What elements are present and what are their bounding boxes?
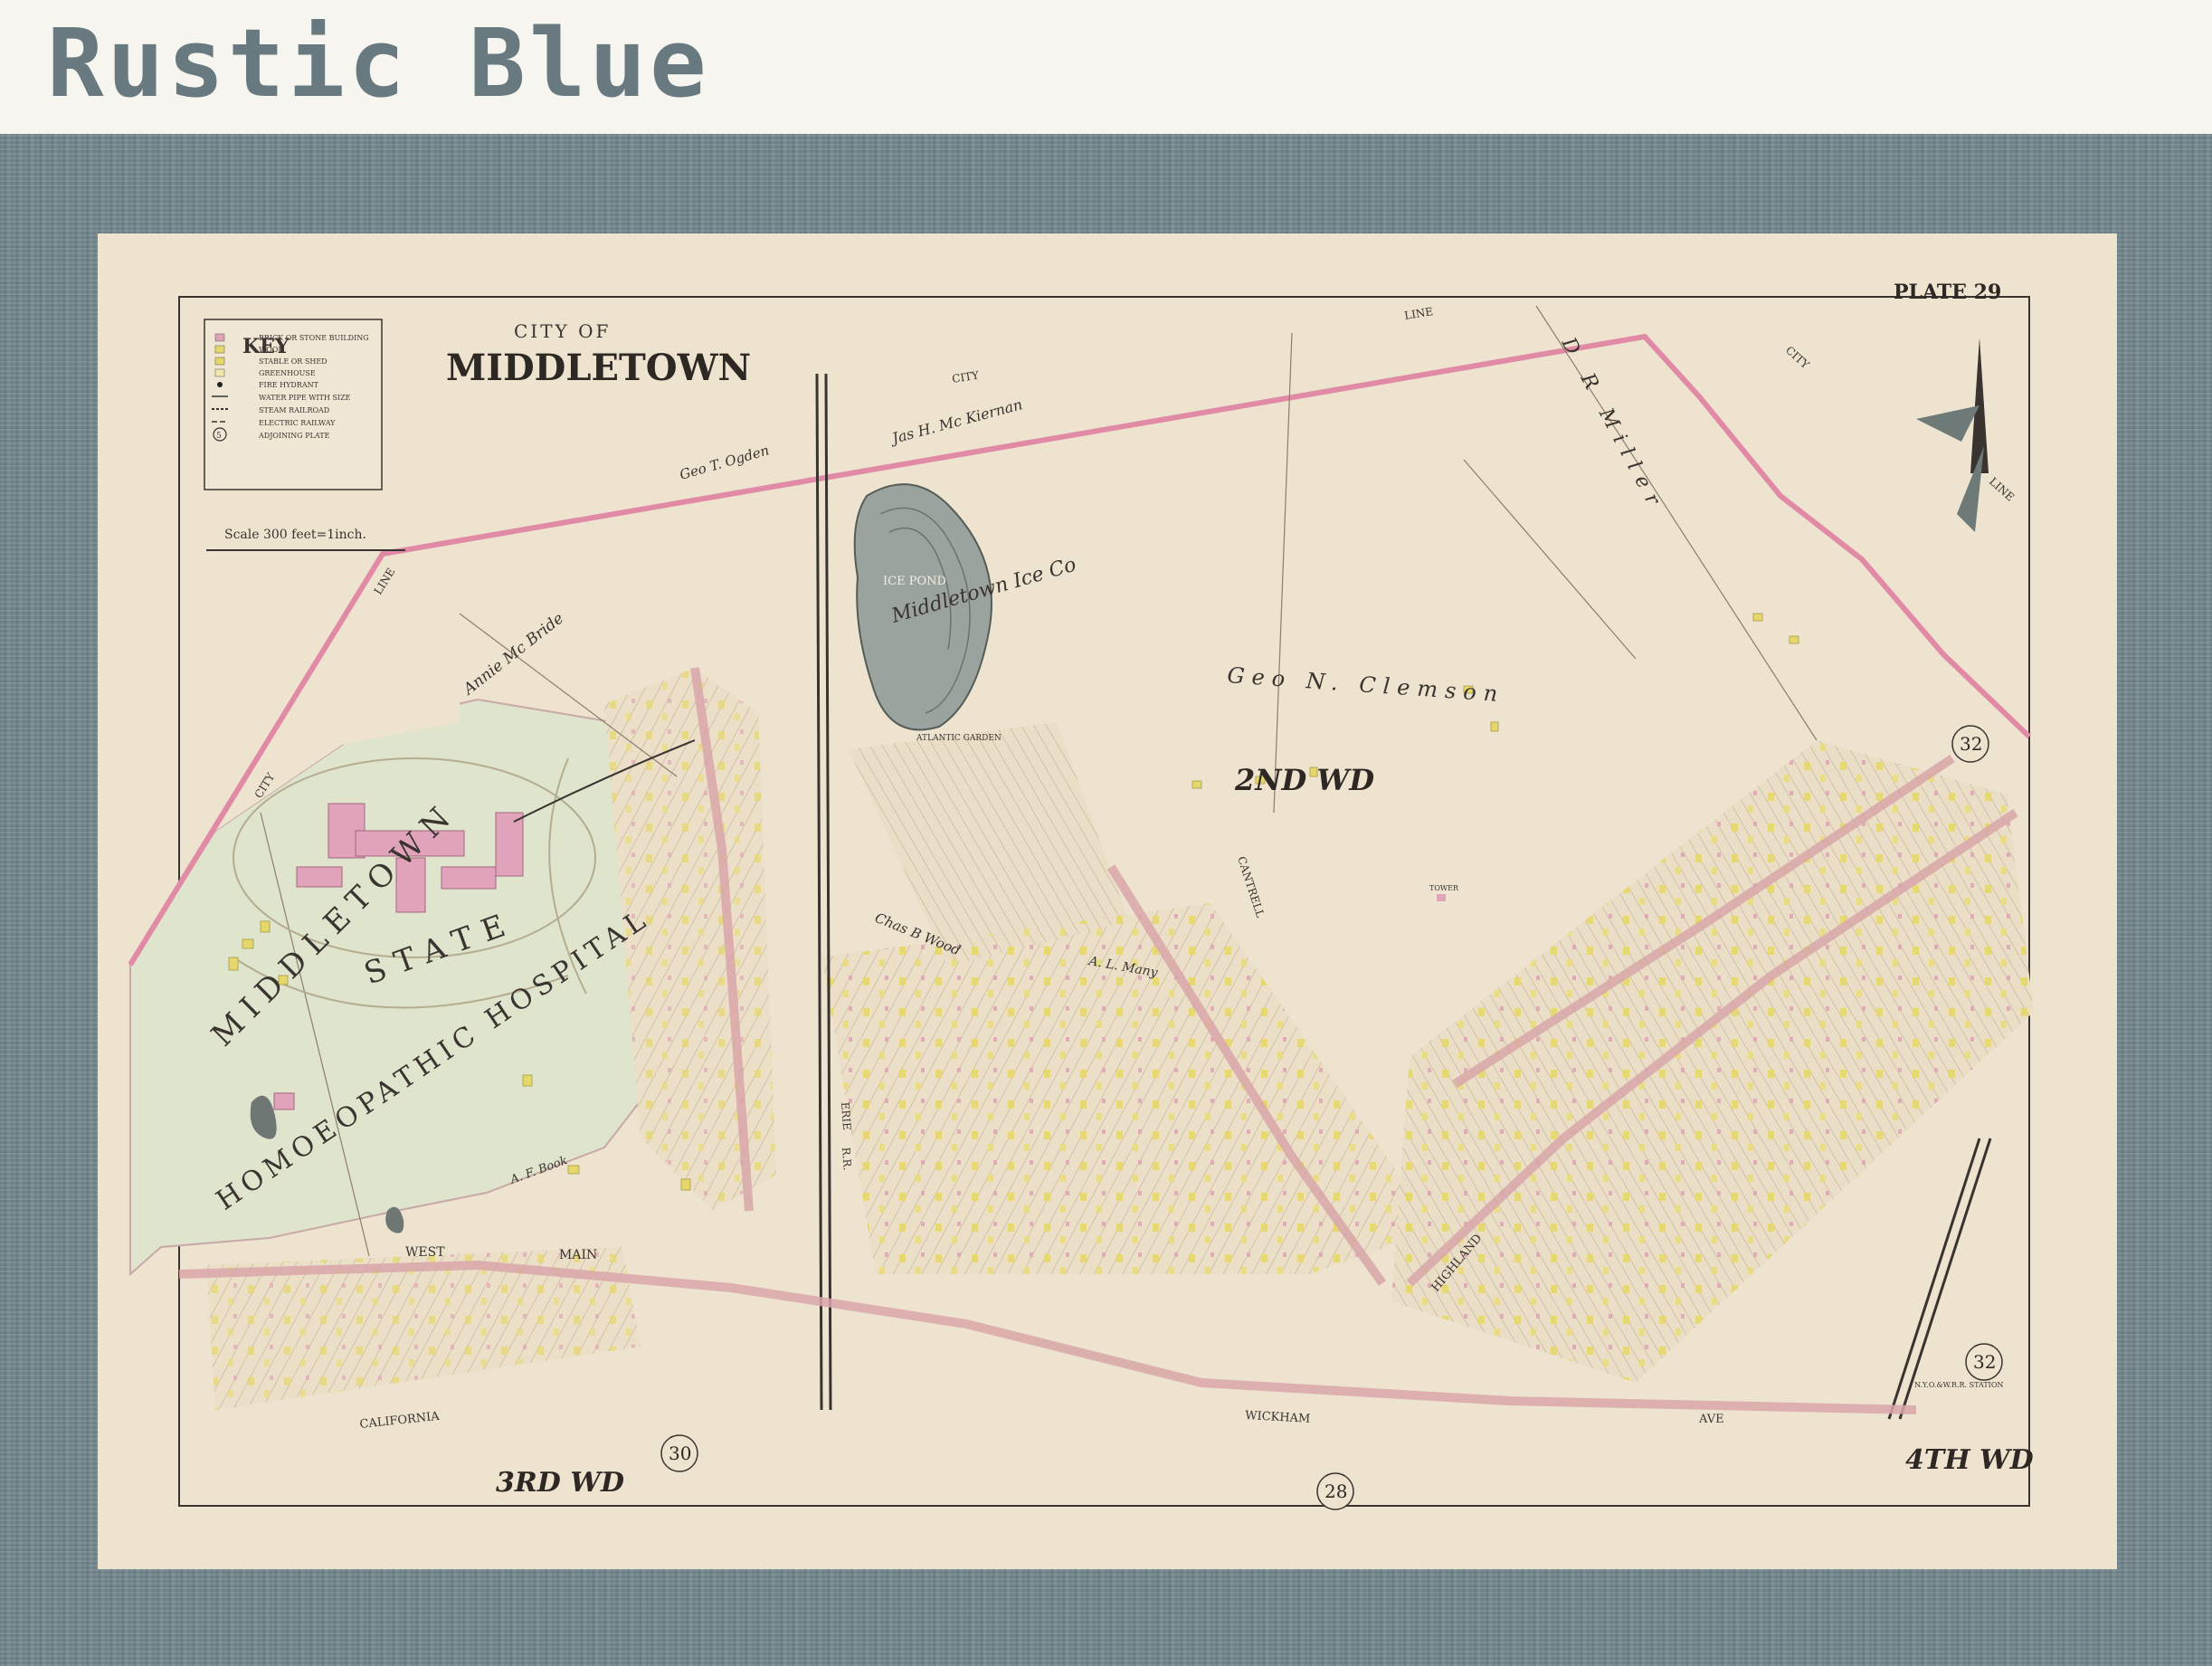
plate-ref-32-bottom: 32 bbox=[1973, 1351, 1996, 1373]
west-main-label: WEST bbox=[405, 1245, 445, 1260]
ward-4-label: 4TH WD bbox=[1905, 1444, 2034, 1476]
key-item-adjoining: ADJOINING PLATE bbox=[258, 432, 330, 440]
atlantic-garden-label: ATLANTIC GARDEN bbox=[916, 734, 1002, 743]
key-item-steam-rr: STEAM RAILROAD bbox=[259, 406, 329, 414]
key-adjoining-number: 5 bbox=[216, 432, 222, 441]
key-item-hydrant: FIRE HYDRANT bbox=[259, 381, 319, 389]
plate-ref-28: 28 bbox=[1324, 1480, 1347, 1502]
rr-label: R.R. bbox=[840, 1147, 854, 1171]
key-item-greenhouse: GREENHOUSE bbox=[259, 369, 316, 377]
header-bar: Rustic Blue bbox=[0, 0, 2212, 134]
tower-marker bbox=[1437, 894, 1446, 901]
frame-style-title: Rustic Blue bbox=[47, 8, 710, 119]
ave-label: AVE bbox=[1698, 1413, 1724, 1426]
main-label: MAIN bbox=[559, 1248, 597, 1262]
plate-number: PLATE 29 bbox=[1894, 281, 2001, 304]
key-item-stable: STABLE OR SHED bbox=[259, 357, 328, 366]
key-item-brick: BRICK OR STONE BUILDING bbox=[259, 334, 369, 342]
key-item-wood: WOOD bbox=[259, 346, 284, 354]
city-of-label: CITY OF bbox=[514, 320, 611, 342]
map-plate: KEY BRICK OR STONE BUILDING WOOD STABLE … bbox=[98, 233, 2117, 1569]
key-item-water-pipe: WATER PIPE WITH SIZE bbox=[259, 394, 351, 402]
ice-pond-label: ICE POND bbox=[883, 575, 946, 588]
erie-label: ERIE bbox=[839, 1101, 853, 1130]
tower-label: TOWER bbox=[1429, 884, 1459, 892]
scale-label: Scale 300 feet=1inch. bbox=[224, 528, 366, 542]
key-item-electric: ELECTRIC RAILWAY bbox=[259, 419, 336, 427]
ward-3-label: 3RD WD bbox=[496, 1467, 624, 1499]
plate-ref-30: 30 bbox=[669, 1442, 691, 1464]
map-key bbox=[204, 319, 383, 490]
ward-2-label: 2ND WD bbox=[1234, 763, 1374, 797]
plate-ref-32-top: 32 bbox=[1960, 733, 1982, 755]
station-label: N.Y.O.&W.R.R. STATION bbox=[1914, 1381, 2003, 1389]
city-name-title: MIDDLETOWN bbox=[446, 347, 751, 389]
